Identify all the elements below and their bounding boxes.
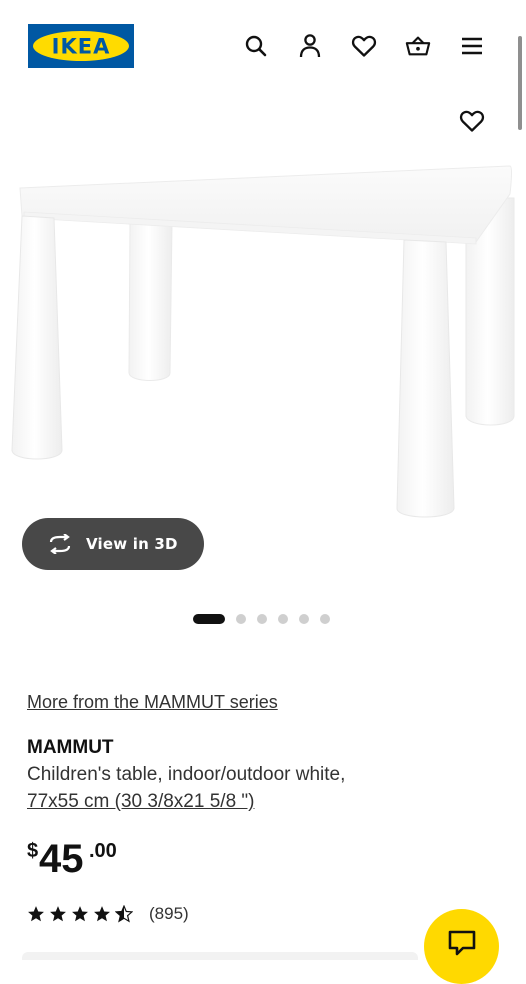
rating-stars [27, 905, 137, 923]
site-header: IKEA [0, 0, 526, 90]
star-icon [28, 906, 44, 922]
product-rating[interactable]: (895) [27, 902, 189, 926]
heart-icon[interactable] [351, 33, 377, 59]
carousel-dot-5[interactable] [299, 614, 309, 624]
product-image[interactable] [0, 138, 526, 528]
carousel-dot-2[interactable] [236, 614, 246, 624]
search-icon[interactable] [243, 33, 269, 59]
menu-icon[interactable] [459, 33, 485, 59]
price-integer: 45 [39, 837, 84, 881]
carousel-dot-1[interactable] [193, 614, 225, 624]
star-icon [50, 906, 66, 922]
product-size-link[interactable]: 77x55 cm (30 3/8x21 5/8 ") [27, 791, 254, 813]
ikea-logo[interactable]: IKEA [28, 24, 134, 68]
page-scrollbar[interactable] [518, 36, 522, 130]
carousel-dot-3[interactable] [257, 614, 267, 624]
star-icon [94, 906, 110, 922]
shopping-bag-icon[interactable] [405, 33, 431, 59]
rotate-3d-icon [46, 532, 74, 556]
logo-mark: IKEA [33, 31, 129, 61]
product-name: MAMMUT [27, 737, 114, 758]
rating-count: (895) [149, 904, 189, 923]
price-decimal: .00 [89, 840, 117, 862]
star-half-icon [115, 905, 133, 923]
view-in-3d-label: View in 3D [86, 535, 178, 553]
chat-button[interactable] [424, 909, 499, 984]
add-to-bag-panel-edge [22, 952, 418, 960]
star-icon [72, 906, 88, 922]
series-link[interactable]: More from the MAMMUT series [27, 692, 278, 713]
price-currency: $ [27, 840, 39, 862]
svg-text:IKEA: IKEA [52, 35, 111, 59]
carousel-dot-6[interactable] [320, 614, 330, 624]
chat-icon [447, 929, 477, 961]
profile-icon[interactable] [297, 33, 323, 59]
view-in-3d-button[interactable]: View in 3D [22, 518, 204, 570]
add-to-favourites-heart-icon[interactable] [458, 107, 486, 135]
carousel-dot-4[interactable] [278, 614, 288, 624]
product-description: Children's table, indoor/outdoor white, [27, 764, 346, 785]
image-carousel-indicator [193, 613, 341, 625]
